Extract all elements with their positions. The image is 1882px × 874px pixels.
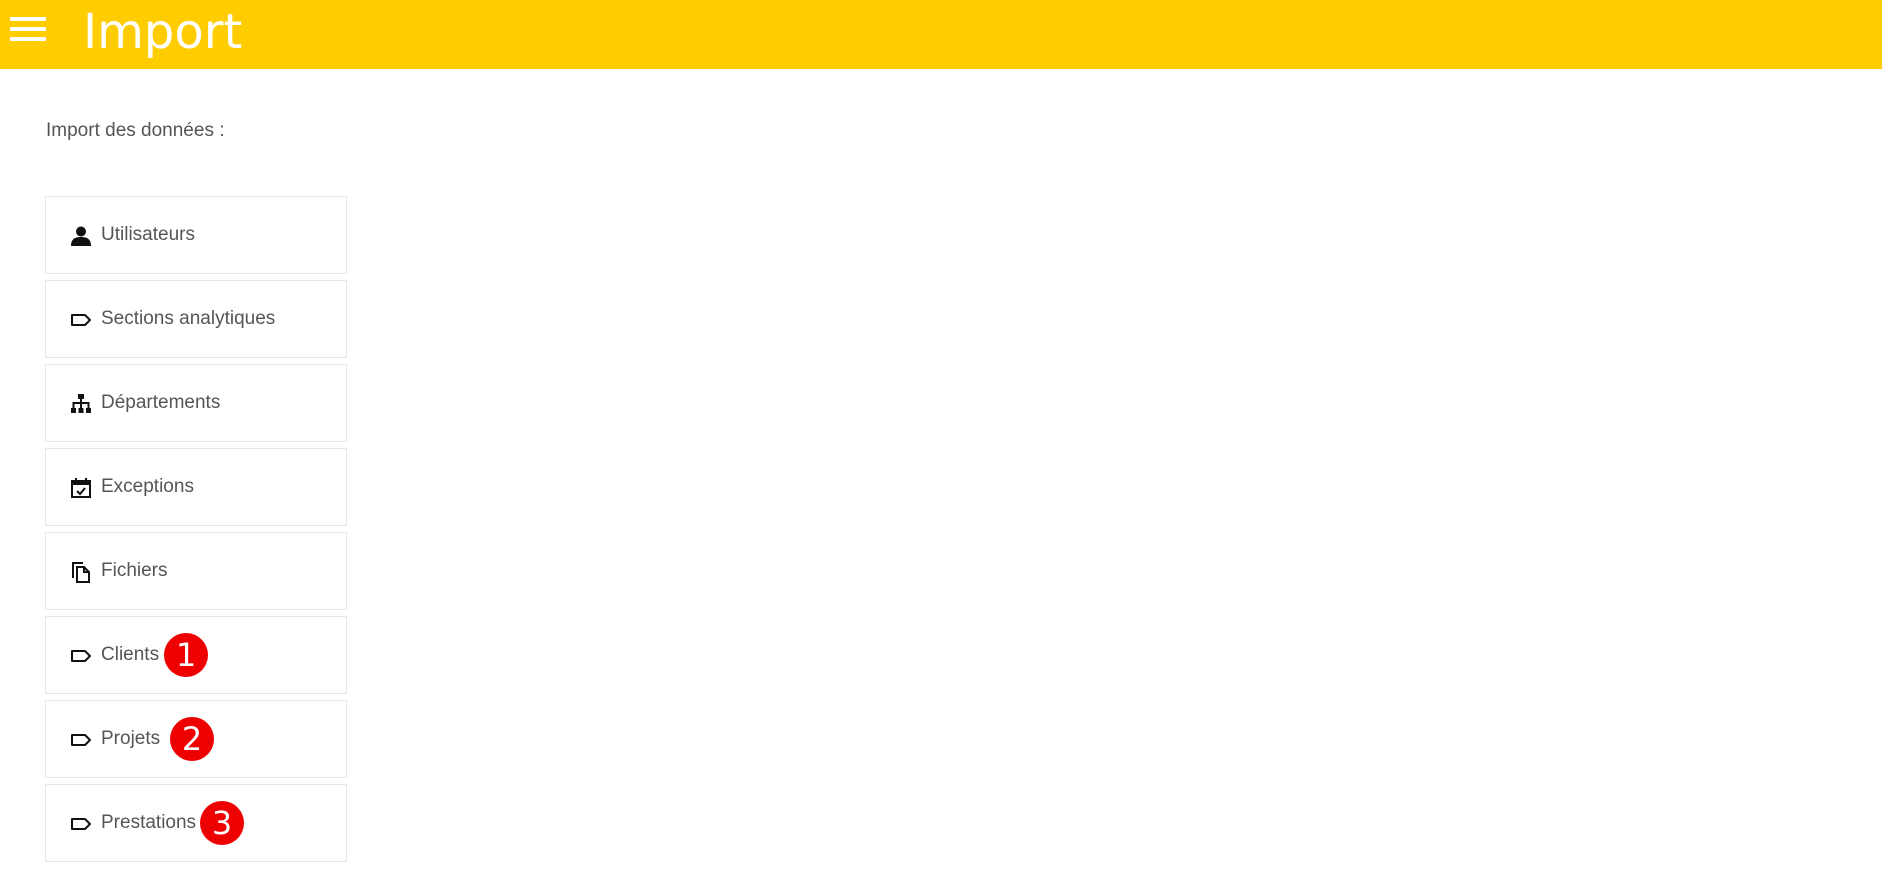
import-item-clients[interactable]: Clients 1 bbox=[45, 616, 347, 694]
files-icon bbox=[70, 561, 92, 583]
top-app-bar: Import bbox=[0, 0, 1882, 69]
import-item-label: Départements bbox=[101, 392, 221, 413]
import-item-label: Sections analytiques bbox=[101, 308, 276, 329]
import-item-label: Utilisateurs bbox=[101, 224, 195, 245]
import-item-sections-analytiques[interactable]: Sections analytiques bbox=[45, 280, 347, 358]
annotation-badge: 2 bbox=[170, 717, 214, 761]
import-item-prestations[interactable]: Prestations 3 bbox=[45, 784, 347, 862]
calendar-check-icon bbox=[70, 477, 92, 499]
import-list: Utilisateurs Sections analytiques Départ… bbox=[45, 196, 347, 868]
annotation-badge: 1 bbox=[164, 633, 208, 677]
import-item-label: Prestations bbox=[101, 812, 197, 833]
import-item-utilisateurs[interactable]: Utilisateurs bbox=[45, 196, 347, 274]
user-icon bbox=[70, 225, 92, 247]
import-item-label: Fichiers bbox=[101, 560, 168, 581]
import-item-projets[interactable]: Projets 2 bbox=[45, 700, 347, 778]
annotation-badge: 3 bbox=[200, 801, 244, 845]
import-intro-text: Import des données : bbox=[46, 120, 225, 141]
import-item-label: Exceptions bbox=[101, 476, 194, 497]
hamburger-menu-icon[interactable] bbox=[8, 14, 48, 44]
import-item-label: Clients bbox=[101, 644, 160, 665]
import-item-exceptions[interactable]: Exceptions bbox=[45, 448, 347, 526]
tag-icon bbox=[70, 309, 92, 331]
import-item-departements[interactable]: Départements bbox=[45, 364, 347, 442]
tag-icon bbox=[70, 645, 92, 667]
hierarchy-icon bbox=[70, 393, 92, 415]
page-title: Import bbox=[83, 4, 243, 60]
tag-icon bbox=[70, 813, 92, 835]
tag-icon bbox=[70, 729, 92, 751]
import-item-fichiers[interactable]: Fichiers bbox=[45, 532, 347, 610]
import-item-label: Projets bbox=[101, 728, 161, 749]
